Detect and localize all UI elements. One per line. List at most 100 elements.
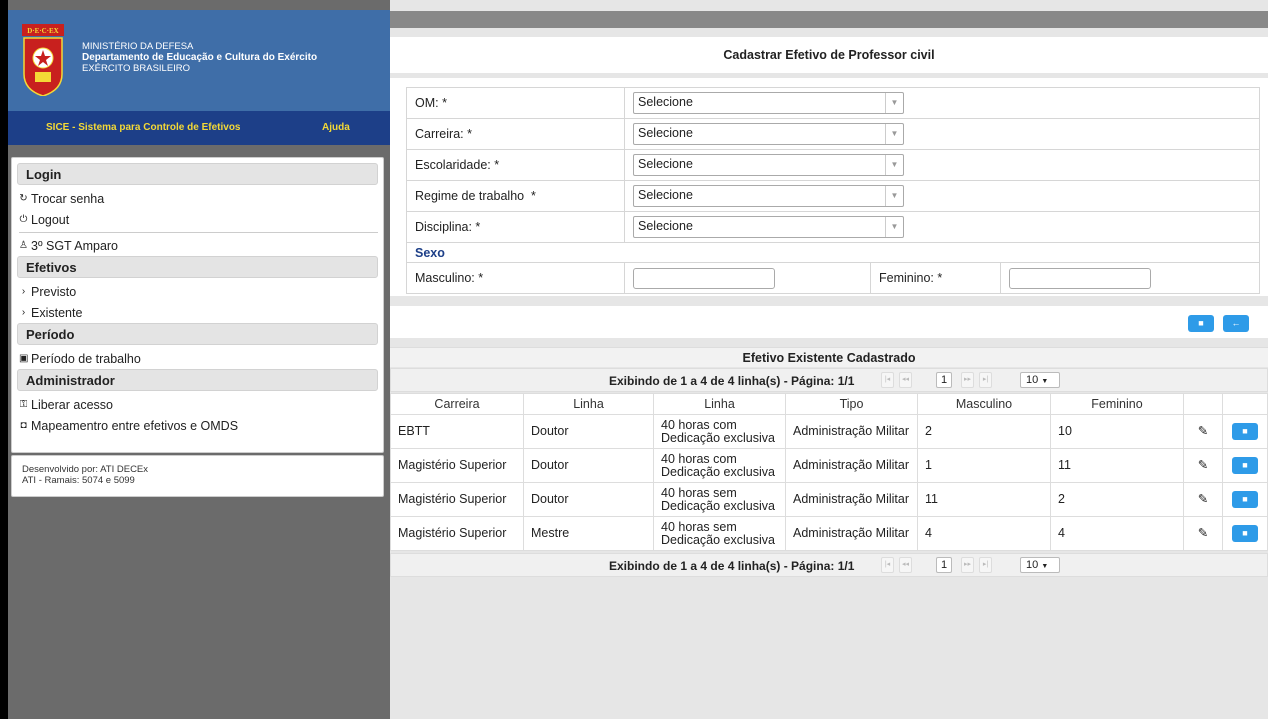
chevron-down-icon: ▼	[885, 155, 903, 175]
delete-button[interactable]: ■	[1232, 457, 1258, 474]
army-name: EXÉRCITO BRASILEIRO	[82, 63, 191, 74]
grid-title: Efetivo Existente Cadastrado	[390, 347, 1268, 367]
cell-masculino: 2	[917, 414, 1051, 449]
column-header[interactable]: Carreira	[390, 393, 524, 415]
menu-item-label: Existente	[31, 305, 83, 320]
chevron-right-icon: ›	[21, 286, 26, 297]
cell-linha: Doutor	[523, 482, 654, 517]
sidebar-footer: Desenvolvido por: ATI DECEx ATI - Ramais…	[11, 455, 384, 497]
escolaridade-selected-value: Selecione	[638, 157, 693, 171]
masculino-label: Masculino: *	[406, 262, 625, 294]
save-button[interactable]: ■	[1188, 315, 1214, 332]
pencil-icon[interactable]: ✎	[1198, 458, 1208, 472]
cell-regime: 40 horas com Dedicação exclusiva	[653, 414, 786, 449]
current-page-input[interactable]: 1	[936, 372, 952, 388]
logo-text: D·E·C·EX	[27, 27, 59, 35]
chevron-right-icon: ›	[21, 307, 26, 318]
system-title: SICE - Sistema para Controle de Efetivos	[46, 122, 241, 133]
menu-item-liberar-acesso[interactable]: ⚿ Liberar acesso	[15, 394, 380, 415]
department-name: Departamento de Educação e Cultura do Ex…	[82, 52, 318, 63]
pager-info: Exibindo de 1 a 4 de 4 linha(s) - Página…	[609, 374, 855, 388]
feminino-label: Feminino: *	[870, 262, 1001, 294]
user-icon: ♙	[19, 240, 28, 251]
user-name: 3º SGT Amparo	[31, 238, 119, 253]
cell-masculino: 4	[917, 516, 1051, 551]
menu-item-mapeamento[interactable]: ◘ Mapeamentro entre efetivos e OMDS	[15, 415, 380, 436]
column-header[interactable]: Tipo	[785, 393, 918, 415]
cell-carreira: Magistério Superior	[390, 482, 524, 517]
delete-button[interactable]: ■	[1232, 423, 1258, 440]
contact-extensions: ATI - Ramais: 5074 e 5099	[22, 475, 135, 486]
pencil-icon[interactable]: ✎	[1198, 424, 1208, 438]
institution-header: D·E·C·EX MINISTÉRIO DA DEFESA Departamen…	[8, 10, 390, 111]
main-content: Cadastrar Efetivo de Professor civil OM:…	[390, 0, 1268, 719]
cell-linha: Mestre	[523, 516, 654, 551]
back-button[interactable]: ←	[1223, 315, 1249, 332]
delete-button[interactable]: ■	[1232, 525, 1258, 542]
prev-page-button[interactable]: ◂◂	[899, 557, 912, 573]
pencil-icon[interactable]: ✎	[1198, 526, 1208, 540]
top-bar	[390, 11, 1268, 28]
rows-per-page-select[interactable]: 10 ▼	[1020, 557, 1060, 573]
refresh-icon: ↻	[19, 193, 28, 204]
om-select[interactable]: Selecione ▼	[633, 92, 904, 114]
cell-masculino: 11	[917, 482, 1051, 517]
cell-linha: Doutor	[523, 414, 654, 449]
floppy-disk-icon: ■	[1198, 318, 1204, 328]
sidebar-menu: Login ↻ Trocar senha ⏻ Logout ♙ 3º SGT A…	[11, 157, 384, 453]
trash-icon: ■	[1242, 494, 1248, 504]
carreira-selected-value: Selecione	[638, 126, 693, 140]
cell-regime: 40 horas sem Dedicação exclusiva	[653, 482, 786, 517]
regime-select[interactable]: Selecione ▼	[633, 185, 904, 207]
disciplina-select[interactable]: Selecione ▼	[633, 216, 904, 238]
help-link[interactable]: Ajuda	[322, 122, 350, 133]
next-page-button[interactable]: ▸▸	[961, 557, 974, 573]
last-page-button[interactable]: ▸|	[979, 372, 992, 388]
menu-item-logout[interactable]: ⏻ Logout	[15, 209, 380, 230]
delete-button[interactable]: ■	[1232, 491, 1258, 508]
system-nav-bar: SICE - Sistema para Controle de Efetivos…	[8, 111, 390, 145]
carreira-select[interactable]: Selecione ▼	[633, 123, 904, 145]
cell-linha: Doutor	[523, 448, 654, 483]
sexo-section-label: Sexo	[406, 242, 1260, 263]
feminino-input[interactable]	[1009, 267, 1151, 289]
trash-icon: ■	[1242, 460, 1248, 470]
current-page-input[interactable]: 1	[936, 557, 952, 573]
menu-item-periodo-trabalho[interactable]: ▣ Período de trabalho	[15, 348, 380, 369]
escolaridade-select[interactable]: Selecione ▼	[633, 154, 904, 176]
menu-section-login: Login	[17, 163, 378, 185]
column-header[interactable]: Linha	[653, 393, 786, 415]
regime-label: Regime de trabalho *	[406, 180, 625, 212]
cell-feminino: 11	[1050, 448, 1184, 483]
pencil-icon[interactable]: ✎	[1198, 492, 1208, 506]
menu-item-label: Previsto	[31, 284, 77, 299]
cell-carreira: Magistério Superior	[390, 448, 524, 483]
menu-item-change-password[interactable]: ↻ Trocar senha	[15, 188, 380, 209]
menu-section-periodo: Período	[17, 323, 378, 345]
chevron-down-icon: ▼	[885, 217, 903, 237]
column-header[interactable]: Masculino	[917, 393, 1051, 415]
menu-item-label: Mapeamentro entre efetivos e OMDS	[31, 418, 239, 433]
menu-item-existente[interactable]: › Existente	[15, 302, 380, 323]
prev-page-button[interactable]: ◂◂	[899, 372, 912, 388]
cell-carreira: Magistério Superior	[390, 516, 524, 551]
first-page-button[interactable]: |◂	[881, 557, 894, 573]
edit-column-header	[1183, 393, 1223, 415]
rows-per-page-select[interactable]: 10 ▼	[1020, 372, 1060, 388]
column-header[interactable]: Linha	[523, 393, 654, 415]
column-header[interactable]: Feminino	[1050, 393, 1184, 415]
menu-item-previsto[interactable]: › Previsto	[15, 281, 380, 302]
decex-emblem-logo: D·E·C·EX	[22, 24, 64, 96]
masculino-input[interactable]	[633, 267, 775, 289]
table-row: EBTT Doutor 40 horas com Dedicação exclu…	[390, 414, 1268, 449]
chevron-down-icon: ▼	[1041, 378, 1049, 385]
menu-item-label: Período de trabalho	[31, 351, 141, 366]
delete-column-header	[1222, 393, 1268, 415]
last-page-button[interactable]: ▸|	[979, 557, 992, 573]
window-left-edge	[0, 0, 8, 719]
map-icon: ◘	[20, 420, 27, 431]
next-page-button[interactable]: ▸▸	[961, 372, 974, 388]
form-title: Cadastrar Efetivo de Professor civil	[390, 37, 1268, 73]
regime-selected-value: Selecione	[638, 188, 693, 202]
first-page-button[interactable]: |◂	[881, 372, 894, 388]
